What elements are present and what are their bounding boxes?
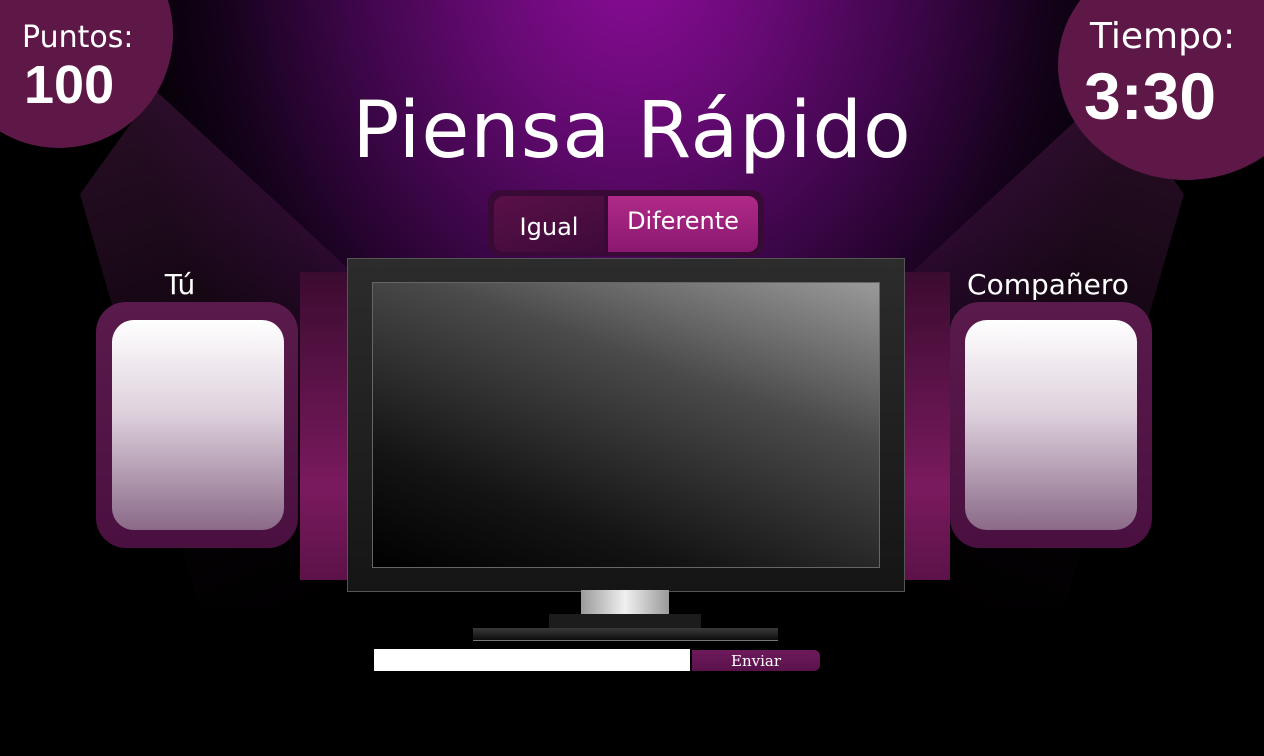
speaker-right (902, 272, 950, 580)
tv-screen (372, 282, 880, 568)
send-button[interactable]: Enviar (692, 650, 820, 671)
answer-input[interactable] (374, 649, 690, 671)
partner-image (965, 320, 1137, 530)
partner-label: Compañero (967, 268, 1129, 301)
you-label: Tú (164, 268, 196, 301)
tv-stand-base (473, 628, 778, 641)
different-button[interactable]: Diferente (608, 196, 758, 252)
score-label: Puntos: (22, 20, 134, 55)
same-button[interactable]: Igual (494, 196, 604, 252)
you-image (112, 320, 284, 530)
speaker-left (300, 272, 348, 580)
game-title: Piensa Rápido (352, 86, 912, 176)
tv-stand-neck (581, 590, 669, 616)
timer-label: Tiempo: (1090, 16, 1236, 57)
